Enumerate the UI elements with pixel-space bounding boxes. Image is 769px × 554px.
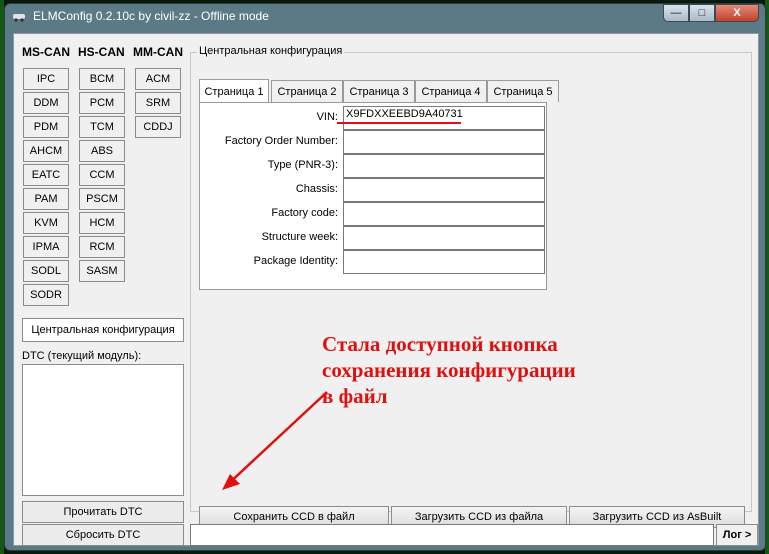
module-button-ccm[interactable]: CCM (79, 164, 125, 186)
vin-label: VIN: (316, 111, 338, 123)
minimize-button[interactable]: — (663, 4, 689, 22)
car-app-icon (13, 14, 25, 22)
clear-dtc-button[interactable]: Сбросить DTC (22, 524, 184, 546)
log-field[interactable] (190, 524, 714, 546)
annotation-line: Стала доступной кнопка (322, 332, 558, 356)
tab-page-1[interactable]: Страница 1 (199, 79, 269, 103)
structure-week-field[interactable] (343, 226, 545, 250)
mm-can-header: MM-CAN (133, 45, 183, 59)
window-title: ELMConfig 0.2.10c by civil-zz - Offline … (33, 9, 269, 23)
module-button-sasm[interactable]: SASM (79, 260, 125, 282)
annotation-line: сохранения конфигурации (322, 358, 576, 382)
factory-order-field[interactable] (343, 130, 545, 154)
module-button-hcm[interactable]: HCM (79, 212, 125, 234)
client-area: MS-CAN HS-CAN MM-CAN IPC DDM PDM AHCM EA… (13, 33, 759, 546)
module-button-cddj[interactable]: CDDJ (135, 116, 181, 138)
module-button-abs[interactable]: ABS (79, 140, 125, 162)
tab-page-3[interactable]: Страница 3 (343, 80, 415, 102)
module-button-ipc[interactable]: IPC (23, 68, 69, 90)
module-button-pam[interactable]: PAM (23, 188, 69, 210)
annotation-line: в файл (322, 384, 388, 408)
module-button-srm[interactable]: SRM (135, 92, 181, 114)
central-config-button[interactable]: Центральная конфигурация (22, 318, 184, 342)
tab-panel: VIN: X9FDXXEEBD9A40731 Factory Order Num… (199, 102, 547, 290)
read-dtc-button[interactable]: Прочитать DTC (22, 501, 184, 523)
module-button-kvm[interactable]: KVM (23, 212, 69, 234)
chassis-label: Chassis: (295, 183, 338, 195)
ms-can-header: MS-CAN (22, 45, 70, 59)
module-button-sodr[interactable]: SODR (23, 284, 69, 306)
tab-page-4[interactable]: Страница 4 (415, 80, 487, 102)
package-identity-field[interactable] (343, 250, 545, 274)
structure-week-label: Structure week: (261, 231, 338, 243)
type-pnr3-field[interactable] (343, 154, 545, 178)
vin-underline-mark (337, 122, 461, 124)
type-pnr3-label: Type (PNR-3): (267, 159, 338, 171)
module-button-ahcm[interactable]: AHCM (23, 140, 69, 162)
module-button-bcm[interactable]: BCM (79, 68, 125, 90)
chassis-field[interactable] (343, 178, 545, 202)
app-window: ELMConfig 0.2.10c by civil-zz - Offline … (4, 3, 766, 551)
tab-page-2[interactable]: Страница 2 (271, 80, 343, 102)
vin-field[interactable]: X9FDXXEEBD9A40731 (343, 106, 545, 130)
factory-code-label: Factory code: (271, 207, 338, 219)
hs-can-header: HS-CAN (78, 45, 125, 59)
module-button-pdm[interactable]: PDM (23, 116, 69, 138)
annotation-text: Стала доступной кнопка сохранения конфиг… (322, 331, 622, 409)
factory-code-field[interactable] (343, 202, 545, 226)
tab-page-5[interactable]: Страница 5 (487, 80, 559, 102)
factory-order-label: Factory Order Number: (224, 135, 338, 147)
module-button-rcm[interactable]: RCM (79, 236, 125, 258)
close-button[interactable]: X (715, 4, 759, 22)
title-bar[interactable]: ELMConfig 0.2.10c by civil-zz - Offline … (5, 4, 765, 30)
module-button-ddm[interactable]: DDM (23, 92, 69, 114)
package-identity-label: Package Identity: (253, 255, 338, 267)
module-button-eatc[interactable]: EATC (23, 164, 69, 186)
module-button-tcm[interactable]: TCM (79, 116, 125, 138)
dtc-label: DTC (текущий модуль): (22, 350, 142, 362)
dtc-list[interactable] (22, 364, 184, 496)
maximize-button[interactable]: □ (689, 4, 715, 22)
module-button-pscm[interactable]: PSCM (79, 188, 125, 210)
module-button-acm[interactable]: ACM (135, 68, 181, 90)
module-button-pcm[interactable]: PCM (79, 92, 125, 114)
group-title: Центральная конфигурация (197, 45, 345, 57)
module-button-ipma[interactable]: IPMA (23, 236, 69, 258)
log-button[interactable]: Лог > (716, 524, 758, 546)
central-config-group: Центральная конфигурация Страница 1 Стра… (190, 45, 752, 528)
module-button-sodl[interactable]: SODL (23, 260, 69, 282)
